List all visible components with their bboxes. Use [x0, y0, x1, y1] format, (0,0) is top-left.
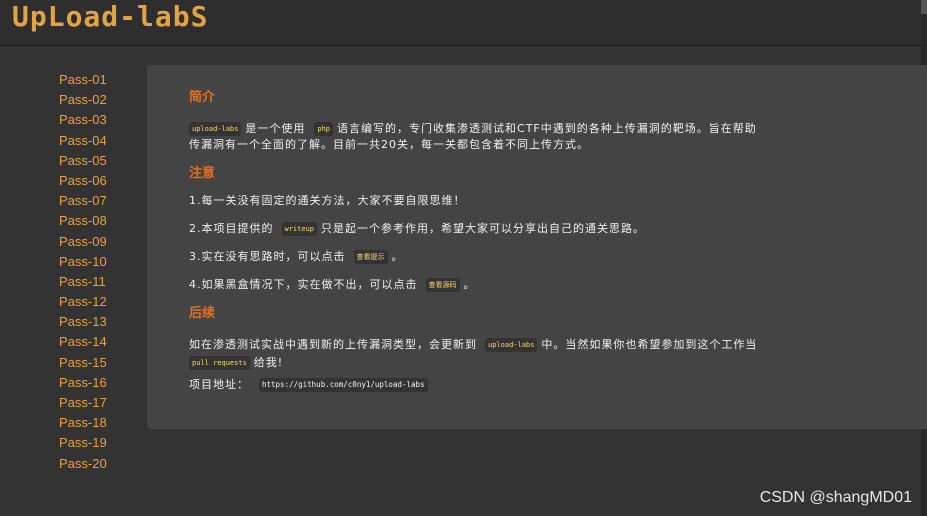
- note-item-2: 2.本项目提供的 writeup 只是起一个参考作用，希望大家可以分享出自己的通关思…: [189, 221, 927, 237]
- note-item-4: 4.如果黑盒情况下，实在做不出，可以点击 查看源码。: [189, 277, 927, 293]
- sidebar-item-pass-20[interactable]: Pass-20: [59, 454, 139, 474]
- show-hint-button[interactable]: 查看提示: [353, 250, 388, 264]
- sidebar-item-pass-18[interactable]: Pass-18: [59, 413, 139, 433]
- project-url-link[interactable]: https://github.com/c0ny1/upload-labs: [259, 378, 428, 392]
- followup-text-a: 如在渗透测试实战中遇到新的上传漏洞类型，会更新到: [189, 338, 477, 351]
- sidebar-item-pass-19[interactable]: Pass-19: [59, 433, 139, 453]
- sidebar-item-pass-12[interactable]: Pass-12: [59, 292, 139, 312]
- sidebar-item-pass-16[interactable]: Pass-16: [59, 373, 139, 393]
- followup-text-c: 给我!: [253, 356, 284, 369]
- sidebar-item-pass-17[interactable]: Pass-17: [59, 393, 139, 413]
- note-item-4-text-b: 。: [463, 278, 476, 291]
- note-item-3: 3.实在没有思路时，可以点击 查看提示。: [189, 249, 927, 265]
- code-pull-requests: pull requests: [189, 356, 250, 370]
- notes-title: 注意: [189, 166, 216, 181]
- project-address-label: 项目地址：: [189, 378, 249, 391]
- sidebar-item-pass-10[interactable]: Pass-10: [59, 252, 139, 272]
- project-address: 项目地址： https://github.com/c0ny1/upload-lab…: [189, 377, 927, 393]
- sidebar-item-pass-09[interactable]: Pass-09: [59, 232, 139, 252]
- sidebar-item-pass-05[interactable]: Pass-05: [59, 151, 139, 171]
- sidebar-item-pass-13[interactable]: Pass-13: [59, 312, 139, 332]
- note-item-1: 1.每一关没有固定的通关方法，大家不要自限思维！: [189, 194, 466, 207]
- scrollbar-thumb[interactable]: [921, 0, 927, 14]
- note-item-2-text-b: 只是起一个参考作用，希望大家可以分享出自己的通关思路。: [321, 222, 646, 235]
- code-upload-labs: upload-labs: [189, 122, 242, 136]
- sidebar-item-pass-03[interactable]: Pass-03: [59, 110, 139, 130]
- code-writeup: writeup: [281, 222, 318, 236]
- header-bar: UpLoad-labS: [0, 0, 927, 46]
- followup-line-2: pull requests 给我!: [189, 355, 927, 371]
- intro-title: 简介: [189, 90, 216, 105]
- intro-line-1: upload-labs 是一个使用 php 语言编写的，专门收集渗透测试和CTF中遇到…: [189, 121, 927, 137]
- code-php: php: [314, 122, 334, 136]
- sidebar-item-pass-01[interactable]: Pass-01: [59, 70, 139, 90]
- site-logo[interactable]: UpLoad-labS: [12, 2, 208, 32]
- followup-text-b: 中。当然如果你也希望参加到这个工作当: [541, 338, 758, 351]
- sidebar-item-pass-08[interactable]: Pass-08: [59, 211, 139, 231]
- sidebar-item-pass-14[interactable]: Pass-14: [59, 332, 139, 352]
- sidebar-item-pass-15[interactable]: Pass-15: [59, 353, 139, 373]
- followup-title: 后续: [189, 306, 216, 321]
- sidebar-nav: Pass-01 Pass-02 Pass-03 Pass-04 Pass-05 …: [59, 70, 139, 474]
- intro-text-a: 是一个使用: [245, 122, 306, 135]
- sidebar-item-pass-06[interactable]: Pass-06: [59, 171, 139, 191]
- page: UpLoad-labS Pass-01 Pass-02 Pass-03 Pass…: [0, 0, 927, 516]
- note-item-3-text-a: 3.实在没有思路时，可以点击: [189, 250, 346, 263]
- note-item-3-text-b: 。: [391, 250, 404, 263]
- code-upload-labs-2: upload-labs: [485, 338, 538, 352]
- sidebar-item-pass-02[interactable]: Pass-02: [59, 90, 139, 110]
- sidebar-item-pass-07[interactable]: Pass-07: [59, 191, 139, 211]
- followup-line-1: 如在渗透测试实战中遇到新的上传漏洞类型，会更新到 upload-labs 中。当然如…: [189, 337, 927, 353]
- sidebar-item-pass-04[interactable]: Pass-04: [59, 131, 139, 151]
- show-source-button[interactable]: 查看源码: [425, 278, 460, 292]
- sidebar-item-pass-11[interactable]: Pass-11: [59, 272, 139, 292]
- note-item-2-text-a: 2.本项目提供的: [189, 222, 274, 235]
- content-panel: 简介 upload-labs 是一个使用 php 语言编写的，专门收集渗透测试和CTF…: [147, 65, 927, 429]
- csdn-watermark: CSDN @shangMD01: [759, 489, 912, 506]
- intro-line-2: 传漏洞有一个全面的了解。目前一共20关，每一关都包含着不同上传方式。: [189, 138, 589, 151]
- content-body: 简介 upload-labs 是一个使用 php 语言编写的，专门收集渗透测试和CTF…: [189, 89, 927, 393]
- intro-text-b: 语言编写的，专门收集渗透测试和CTF中遇到的各种上传漏洞的靶场。旨在帮助: [337, 122, 757, 135]
- note-item-4-text-a: 4.如果黑盒情况下，实在做不出，可以点击: [189, 278, 418, 291]
